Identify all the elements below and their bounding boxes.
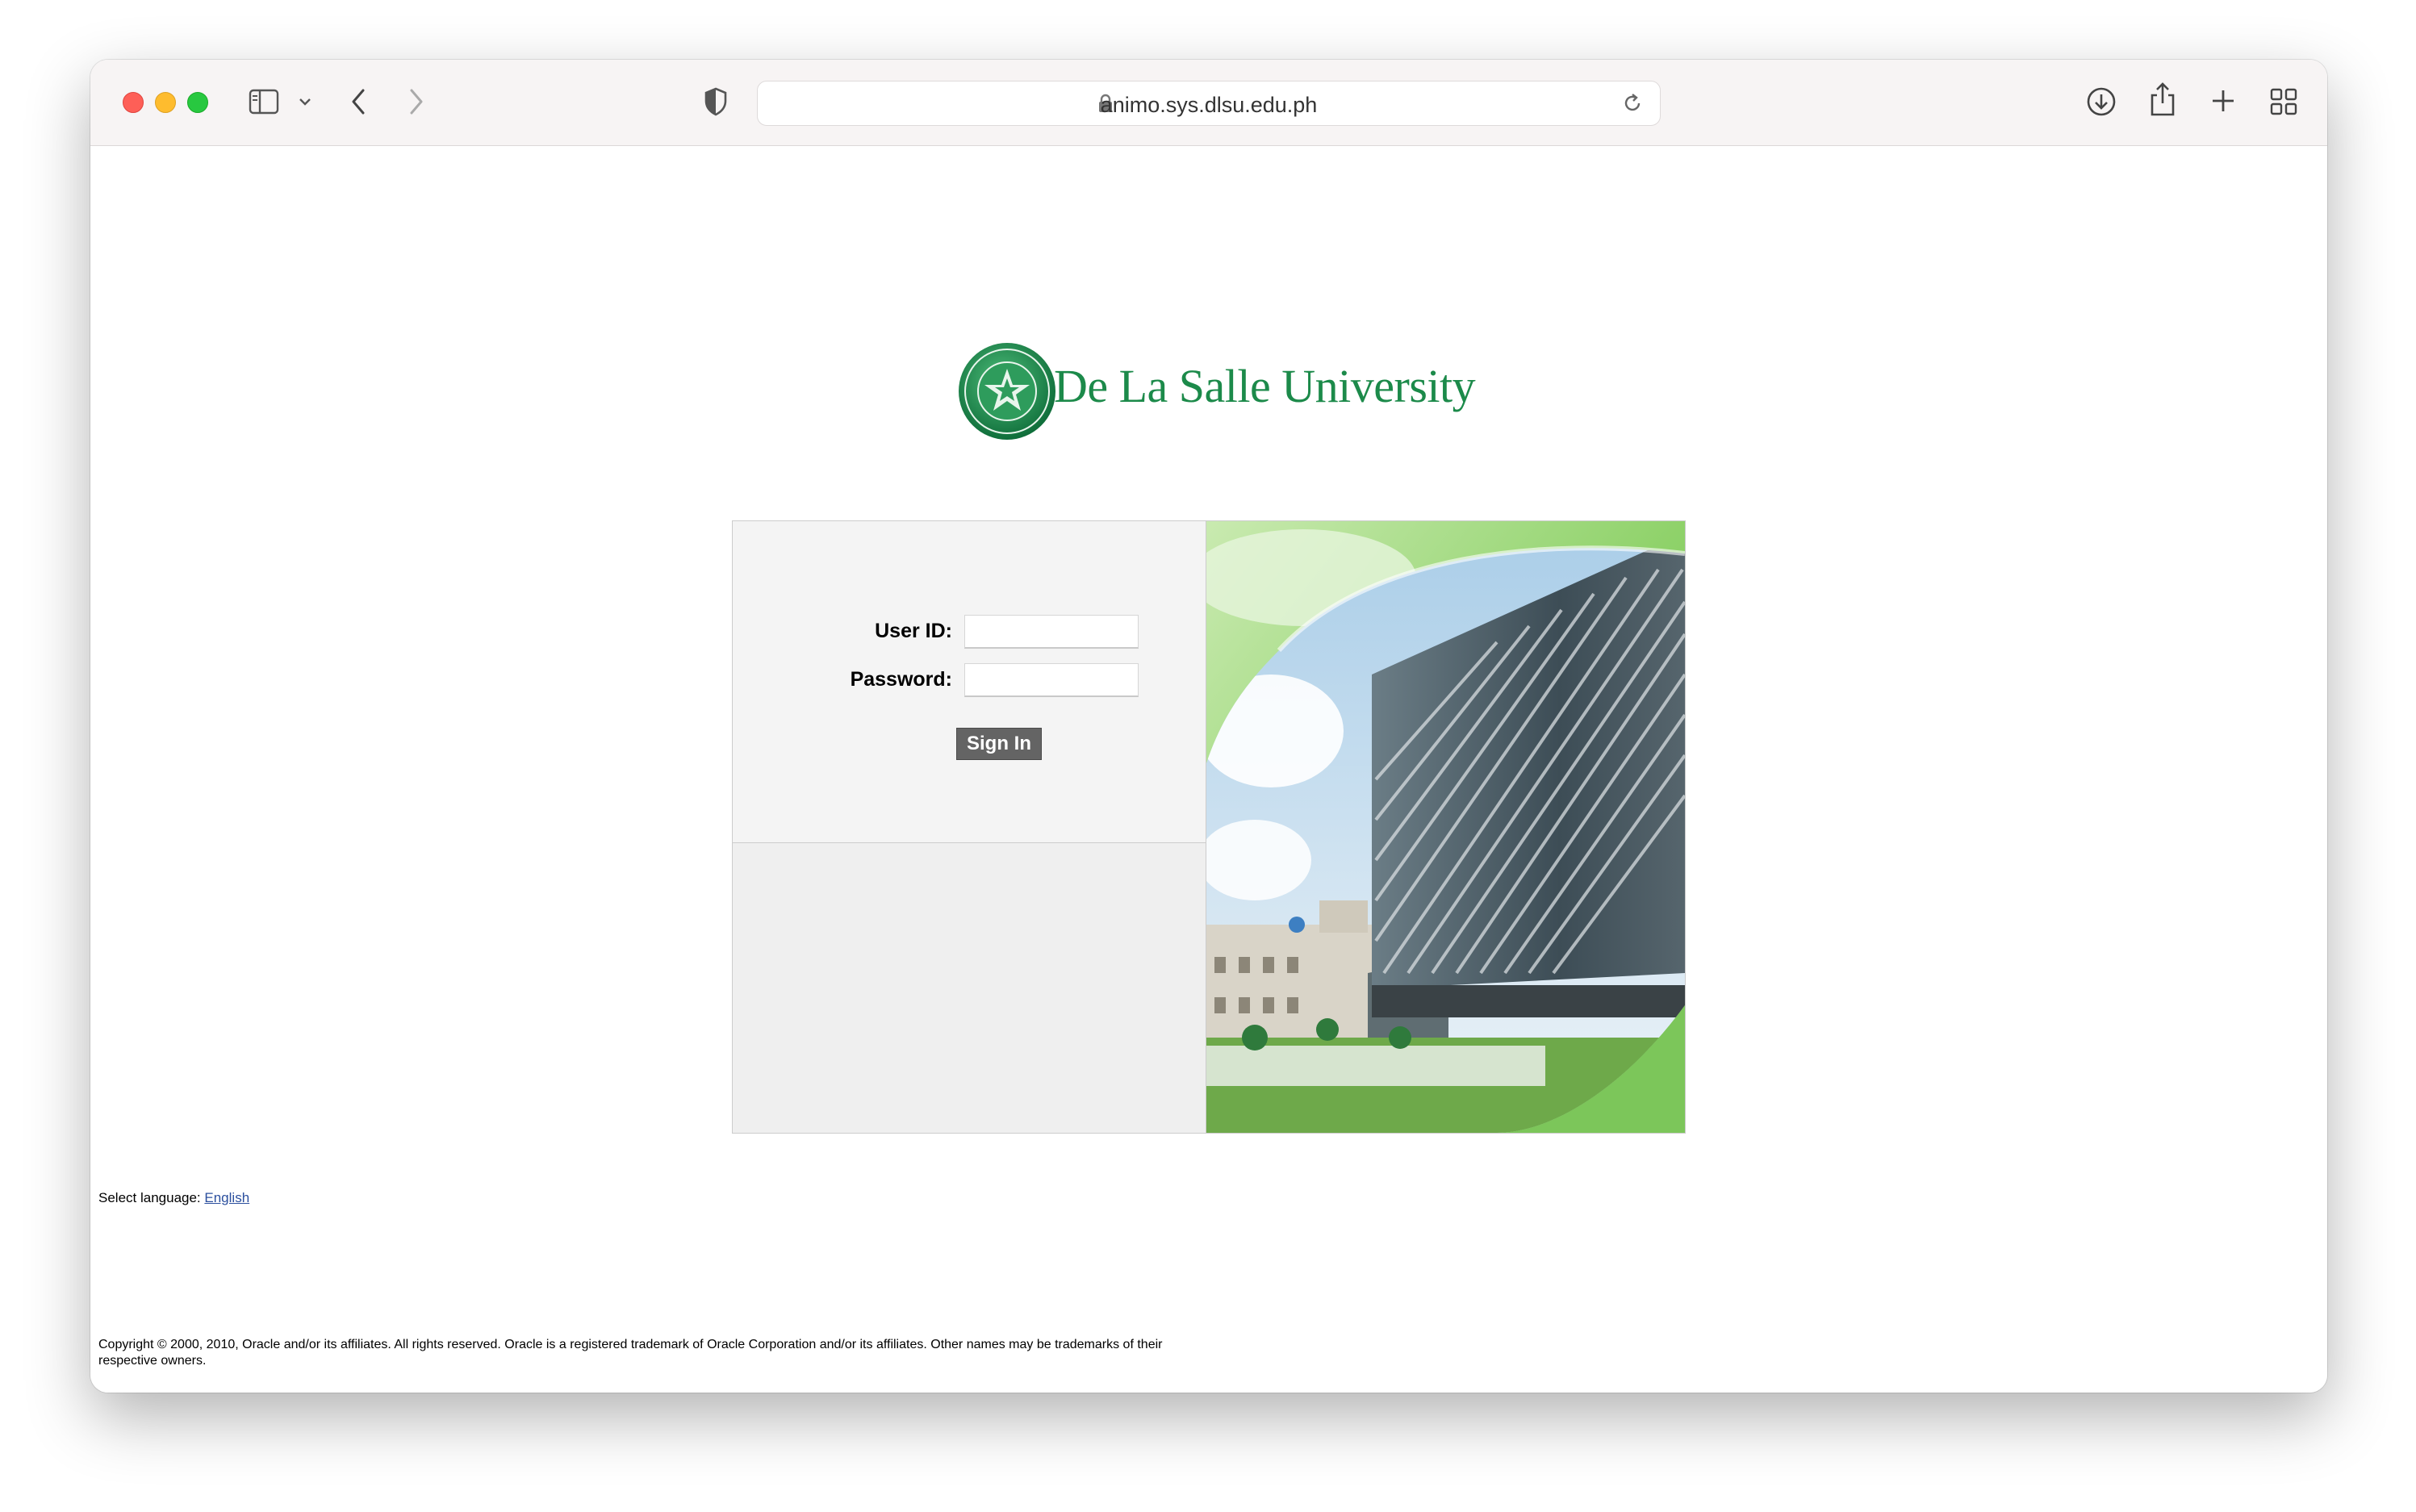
- page-content: De La Salle University User ID: Password…: [90, 146, 2327, 1393]
- copyright-notice: Copyright © 2000, 2010, Oracle and/or it…: [98, 1338, 1163, 1368]
- sidebar-icon[interactable]: [249, 89, 279, 115]
- reload-icon[interactable]: [1621, 92, 1644, 115]
- campus-hero-image: [1206, 521, 1685, 1133]
- university-name: De La Salle University: [1054, 360, 1476, 412]
- download-icon[interactable]: [2085, 86, 2117, 118]
- shield-icon[interactable]: [704, 87, 728, 116]
- browser-toolbar: animo.sys.dlsu.edu.ph: [90, 60, 2327, 146]
- university-logo: De La Salle University: [955, 338, 1476, 451]
- address-bar[interactable]: animo.sys.dlsu.edu.ph: [757, 81, 1661, 126]
- password-field[interactable]: [964, 663, 1139, 697]
- language-link-english[interactable]: English: [204, 1190, 249, 1205]
- user-id-label: User ID:: [875, 620, 952, 642]
- back-icon[interactable]: [349, 87, 368, 116]
- password-label: Password:: [850, 668, 952, 691]
- login-box: User ID: Password: Sign In: [732, 520, 1686, 1134]
- minimize-window-button[interactable]: [155, 92, 176, 113]
- language-selector: Select language: English: [98, 1190, 249, 1206]
- login-form: User ID: Password: Sign In: [733, 521, 1206, 843]
- user-id-field[interactable]: [964, 615, 1139, 649]
- university-seal-icon: [959, 343, 1055, 440]
- share-icon[interactable]: [2148, 81, 2177, 118]
- chevron-down-icon[interactable]: [299, 97, 311, 107]
- language-prompt: Select language:: [98, 1190, 201, 1205]
- url-text: animo.sys.dlsu.edu.ph: [1100, 93, 1318, 117]
- browser-window: animo.sys.dlsu.edu.ph De La Salle Univer…: [90, 60, 2327, 1393]
- forward-icon[interactable]: [407, 87, 426, 116]
- close-window-button[interactable]: [123, 92, 144, 113]
- zoom-window-button[interactable]: [187, 92, 208, 113]
- sign-in-button[interactable]: Sign In: [956, 728, 1042, 760]
- new-tab-icon[interactable]: [2209, 87, 2237, 115]
- tab-overview-icon[interactable]: [2269, 87, 2298, 116]
- login-panel-footer: [733, 843, 1206, 1133]
